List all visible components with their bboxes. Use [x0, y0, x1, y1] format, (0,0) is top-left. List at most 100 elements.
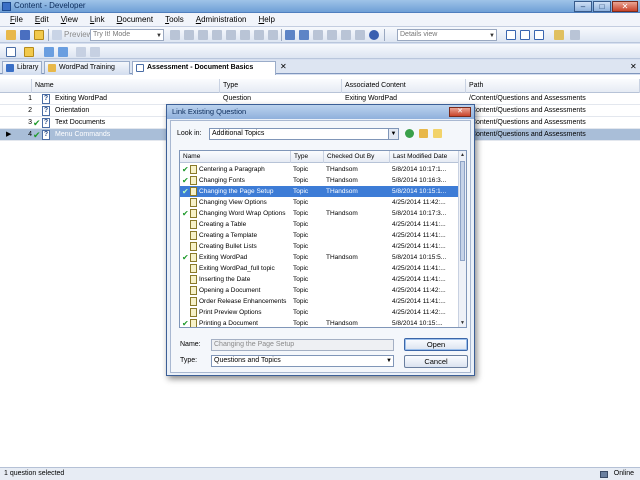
- details-view-icon[interactable]: [506, 30, 516, 40]
- up-folder-icon[interactable]: [419, 129, 428, 138]
- back-icon[interactable]: [405, 129, 414, 138]
- link-icon[interactable]: [34, 30, 44, 40]
- list-item[interactable]: ✔ Changing Word Wrap Options Topic THandsom…: [180, 208, 460, 219]
- item-last-modified: 4/25/2014 11:41:...: [392, 243, 446, 250]
- list-scrollbar[interactable]: ▲ ▼: [458, 151, 466, 327]
- columns-view-icon[interactable]: [534, 30, 544, 40]
- topic-icon: [190, 286, 197, 295]
- move-down-icon[interactable]: [58, 47, 68, 57]
- collapse-icon[interactable]: [327, 30, 337, 40]
- link-question-icon[interactable]: [24, 47, 34, 57]
- column-associated-content[interactable]: Associated Content: [342, 79, 466, 93]
- list-item[interactable]: ✔ Printing a Document Topic THandsom 5/8/201…: [180, 318, 460, 327]
- publish-icon[interactable]: [170, 30, 180, 40]
- secondary-toolbar: [0, 44, 640, 59]
- redo-icon[interactable]: [299, 30, 309, 40]
- column-type[interactable]: Type: [291, 151, 324, 163]
- list-item[interactable]: Creating Bullet Lists Topic 4/25/2014 11:4…: [180, 241, 460, 252]
- cut-icon[interactable]: [184, 30, 194, 40]
- menu-file[interactable]: File: [4, 13, 29, 26]
- properties-icon[interactable]: [240, 30, 250, 40]
- check-in-icon[interactable]: [341, 30, 351, 40]
- preview-button[interactable]: Preview: [64, 29, 92, 41]
- item-type: Topic: [293, 287, 309, 294]
- dialog-title-bar: Link Existing Question ✕: [167, 105, 474, 119]
- split-view-icon[interactable]: [520, 30, 530, 40]
- column-name[interactable]: Name: [32, 79, 220, 93]
- find-icon[interactable]: [254, 30, 264, 40]
- list-item[interactable]: ✔ Centering a Paragraph Topic THandsom 5/8/2…: [180, 164, 460, 175]
- close-document-icon[interactable]: ✕: [630, 62, 637, 71]
- menu-tools[interactable]: Tools: [159, 13, 190, 26]
- menu-edit[interactable]: Edit: [29, 13, 55, 26]
- view-combo-value: Details view: [400, 31, 438, 38]
- paste-icon[interactable]: [212, 30, 222, 40]
- name-field[interactable]: Changing the Page Setup: [211, 339, 394, 351]
- delete-icon[interactable]: [226, 30, 236, 40]
- item-last-modified: 5/8/2014 10:17:1...: [392, 166, 447, 173]
- tab-library[interactable]: Library: [2, 61, 42, 74]
- check-out-icon[interactable]: [355, 30, 365, 40]
- save-icon[interactable]: [20, 30, 30, 40]
- menu-link[interactable]: Link: [84, 13, 111, 26]
- new-folder-icon[interactable]: [433, 129, 442, 138]
- look-in-combo[interactable]: Additional Topics ▼: [209, 128, 399, 140]
- menu-view[interactable]: View: [55, 13, 84, 26]
- close-button[interactable]: ✕: [612, 1, 638, 12]
- question-icon: ?: [42, 106, 50, 116]
- main-toolbar: Preview Try It! Mode ▼ Details view ▼: [0, 27, 640, 43]
- list-item[interactable]: Print Preview Options Topic 4/25/2014 11:4…: [180, 307, 460, 318]
- topic-icon: [190, 187, 197, 196]
- open-button[interactable]: Open: [404, 338, 468, 351]
- expand-icon[interactable]: [313, 30, 323, 40]
- preview-icon[interactable]: [52, 30, 62, 40]
- scroll-down-icon[interactable]: ▼: [459, 319, 466, 327]
- item-type: Topic: [293, 254, 309, 261]
- replace-icon[interactable]: [268, 30, 278, 40]
- list-item[interactable]: Creating a Template Topic 4/25/2014 11:41:…: [180, 230, 460, 241]
- remove-icon[interactable]: [90, 47, 100, 57]
- scroll-up-icon[interactable]: ▲: [459, 151, 466, 159]
- item-checked-out-by: [326, 219, 390, 230]
- tab-wordpad-training[interactable]: WordPad Training: [44, 61, 130, 74]
- column-path[interactable]: Path: [466, 79, 640, 93]
- help-icon[interactable]: [369, 30, 379, 40]
- list-item[interactable]: Opening a Document Topic 4/25/2014 11:42:.…: [180, 285, 460, 296]
- insert-icon[interactable]: [76, 47, 86, 57]
- view-combo[interactable]: Details view ▼: [397, 29, 497, 41]
- list-item[interactable]: Inserting the Date Topic 4/25/2014 11:41:.…: [180, 274, 460, 285]
- copy-icon[interactable]: [198, 30, 208, 40]
- list-item[interactable]: ✔ Changing Fonts Topic THandsom 5/8/2014 10:…: [180, 175, 460, 186]
- undo-icon[interactable]: [285, 30, 295, 40]
- properties-pane-icon[interactable]: [554, 30, 564, 40]
- menu-help[interactable]: Help: [252, 13, 280, 26]
- tab-assessment-document-basics[interactable]: Assessment - Document Basics: [132, 61, 276, 75]
- list-item[interactable]: Creating a Table Topic 4/25/2014 11:41:...: [180, 219, 460, 230]
- layout-icon[interactable]: [570, 30, 580, 40]
- menu-administration[interactable]: Administration: [190, 13, 253, 26]
- column-type[interactable]: Type: [220, 79, 342, 93]
- list-item[interactable]: ✔ Changing the Page Setup Topic THandsom 5/8…: [180, 186, 460, 197]
- move-up-icon[interactable]: [44, 47, 54, 57]
- dialog-close-button[interactable]: ✕: [449, 107, 471, 117]
- menu-document[interactable]: Document: [111, 13, 159, 26]
- column-name[interactable]: Name: [180, 151, 291, 163]
- topic-icon: [190, 165, 197, 174]
- list-item[interactable]: Exiting WordPad_full topic Topic 4/25/2014…: [180, 263, 460, 274]
- list-item[interactable]: Changing View Options Topic 4/25/2014 11:4…: [180, 197, 460, 208]
- open-folder-icon[interactable]: [6, 30, 16, 40]
- list-item[interactable]: Order Release Enhancements Topic 4/25/2014…: [180, 296, 460, 307]
- cancel-button[interactable]: Cancel: [404, 355, 468, 368]
- question-icon[interactable]: [6, 47, 16, 57]
- column-last-modified[interactable]: Last Modified Date: [390, 151, 460, 163]
- scroll-thumb[interactable]: [460, 161, 465, 261]
- type-combo[interactable]: Questions and Topics ▼: [211, 355, 394, 367]
- minimize-button[interactable]: –: [574, 1, 592, 12]
- list-item[interactable]: ✔ Exiting WordPad Topic THandsom 5/8/2014 10…: [180, 252, 460, 263]
- item-type: Topic: [293, 320, 309, 327]
- column-checked-out-by[interactable]: Checked Out By: [324, 151, 390, 163]
- mode-combo[interactable]: Try It! Mode ▼: [90, 29, 164, 41]
- close-tab-icon[interactable]: ✕: [280, 62, 287, 71]
- maximize-button[interactable]: □: [593, 1, 611, 12]
- current-row-icon: ▶: [6, 131, 12, 138]
